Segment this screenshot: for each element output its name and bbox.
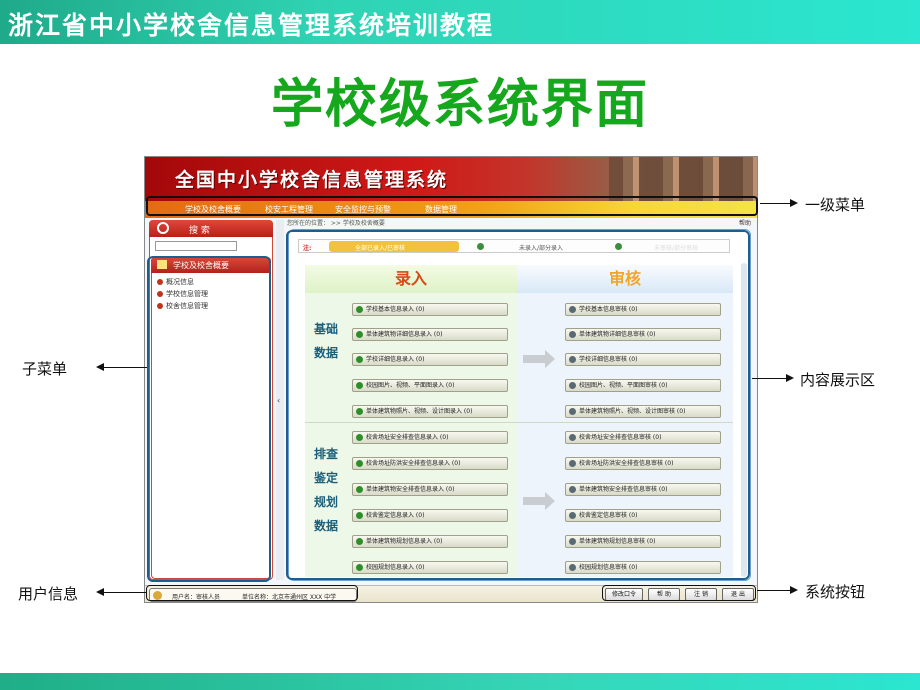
callout-line: [760, 203, 792, 204]
sidebar-toggle[interactable]: ‹: [276, 220, 284, 580]
slide-title: 学校级系统界面: [270, 75, 649, 135]
course-title: 浙江省中小学校舍信息管理系统培训教程: [8, 11, 495, 40]
menu-highlight: [146, 196, 758, 216]
help-link[interactable]: 帮助: [739, 218, 751, 227]
user-highlight: [146, 585, 358, 601]
callout-line: [752, 378, 788, 379]
callout-line: [102, 592, 146, 593]
search-label: 搜 索: [189, 226, 210, 236]
search-icon: [157, 222, 169, 234]
search-input[interactable]: [155, 241, 237, 251]
bottom-band: [0, 673, 920, 690]
callout-line: [102, 367, 147, 368]
content-highlight: [286, 230, 750, 580]
slide: 浙江省中小学校舍信息管理系统培训教程 学校级系统界面 全国中小学校舍信息管理系统…: [0, 0, 920, 690]
search-header: 搜 索: [149, 220, 273, 237]
chevron-left-icon: ‹: [277, 396, 281, 405]
system-highlight: [602, 585, 756, 601]
callout-system: 系统按钮: [805, 583, 866, 601]
app-banner: 全国中小学校舍信息管理系统: [145, 157, 757, 201]
callout-content: 内容展示区: [800, 371, 876, 389]
banner-photo: [609, 157, 757, 201]
callout-user: 用户信息: [18, 585, 79, 603]
app-title: 全国中小学校舍信息管理系统: [175, 169, 449, 191]
callout-menu: 一级菜单: [805, 196, 866, 214]
callout-submenu: 子菜单: [22, 360, 68, 378]
submenu-highlight: [147, 256, 271, 582]
callout-line: [757, 590, 792, 591]
top-band: 浙江省中小学校舍信息管理系统培训教程: [0, 0, 920, 44]
